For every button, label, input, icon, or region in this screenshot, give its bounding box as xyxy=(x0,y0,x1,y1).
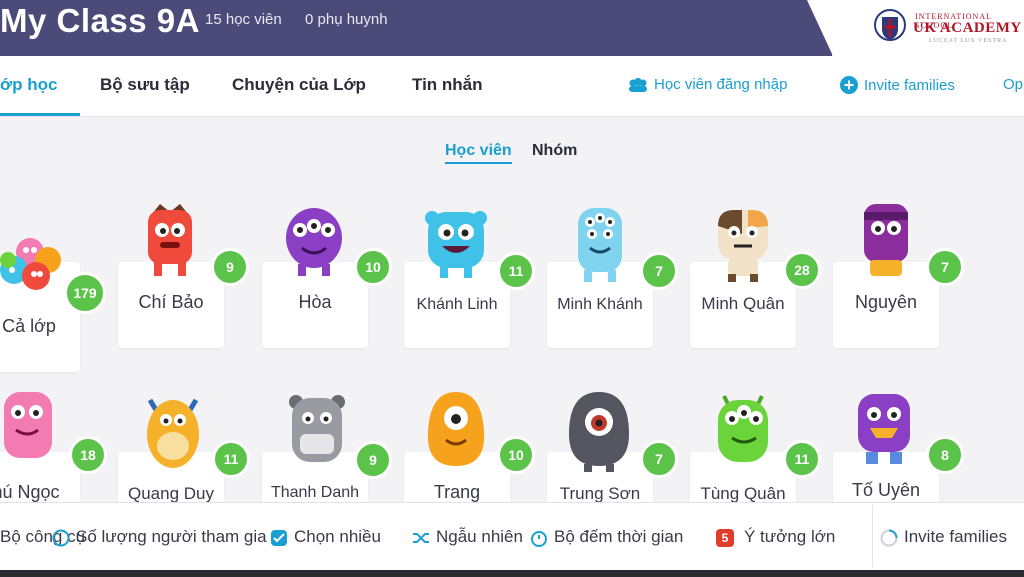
main-nav: ớp học Bộ sưu tập Chuyện của Lớp Tin nhắ… xyxy=(0,56,1024,117)
student-points-badge: 8 xyxy=(926,436,964,474)
big-ideas-badge: 5 xyxy=(716,528,734,547)
participants-label: Số lượng người tham gia xyxy=(76,527,267,546)
top-header: My Class 9A 15 học viên 0 phụ huynh INTE… xyxy=(0,0,1024,56)
monster-avatar-icon xyxy=(569,392,629,472)
student-name: Tố Uyên xyxy=(851,480,921,500)
student-points-badge: 11 xyxy=(497,252,535,290)
monster-avatar-icon xyxy=(4,392,52,458)
school-logo: INTERNATIONAL SCHOOL UK ACADEMY LUCEAT L… xyxy=(807,0,1024,56)
student-login-label: Học viên đăng nhập xyxy=(654,76,788,93)
toggle-groups[interactable]: Nhóm xyxy=(532,142,577,160)
tab-class-story[interactable]: Chuyện của Lớp xyxy=(232,75,366,95)
student-points-badge: 10 xyxy=(497,436,535,474)
student-points-badge: 7 xyxy=(640,252,678,290)
options-label: Op xyxy=(1003,76,1024,93)
checkbox-icon xyxy=(271,529,287,546)
student-name: Minh Quân xyxy=(701,294,785,313)
timer-label: Bộ đếm thời gian xyxy=(554,527,684,546)
monster-avatar-icon xyxy=(425,211,487,278)
logo-big-text: UK ACADEMY xyxy=(913,20,1022,36)
toolbar-divider xyxy=(872,505,873,567)
shuffle-icon xyxy=(413,532,429,543)
student-name: Chí Bảo xyxy=(138,292,204,312)
monster-avatar-icon xyxy=(718,395,768,462)
tab-portfolio[interactable]: Bộ sưu tập xyxy=(100,75,190,95)
students-group-icon xyxy=(629,77,647,92)
student-points-badge: 9 xyxy=(211,248,249,286)
monster-avatar-icon xyxy=(289,395,345,462)
random-label: Ngẫu nhiên xyxy=(436,527,523,546)
big-ideas-label: Ý tưởng lớn xyxy=(744,527,836,546)
invite-families-label: Invite families xyxy=(864,76,955,94)
multi-select-button[interactable]: Chọn nhiều xyxy=(270,527,381,547)
student-name: Minh Khánh xyxy=(557,296,643,313)
student-name: Trang xyxy=(433,482,481,502)
options-link[interactable]: Op xyxy=(1003,76,1023,93)
student-points-badge: 10 xyxy=(354,248,392,286)
tab-classroom[interactable]: ớp học xyxy=(0,75,57,95)
student-points-badge: 28 xyxy=(783,251,821,289)
multi-select-label: Chọn nhiều xyxy=(294,527,381,546)
student-name: Khánh Linh xyxy=(416,296,498,313)
student-points-badge: 11 xyxy=(783,440,821,478)
monster-avatar-icon xyxy=(147,398,199,468)
plus-circle-icon xyxy=(840,76,858,94)
monster-avatar-icon xyxy=(864,204,908,276)
student-name: Hòa xyxy=(298,292,332,312)
monster-avatar-icon xyxy=(427,392,485,466)
random-button[interactable]: Ngẫu nhiên xyxy=(412,527,523,547)
whole-class-name: Cả lớp xyxy=(2,316,56,336)
student-name: Trung Sơn xyxy=(559,484,641,503)
people-icon xyxy=(52,529,70,547)
student-points-badge: 18 xyxy=(69,436,107,474)
student-name: Thanh Danh xyxy=(270,484,360,501)
students-count[interactable]: 15 học viên xyxy=(205,11,282,28)
timer-button[interactable]: Bộ đếm thời gian xyxy=(530,527,683,547)
monster-avatar-icon xyxy=(578,208,622,282)
parents-count[interactable]: 0 phụ huynh xyxy=(305,11,388,28)
student-name: Quang Duy xyxy=(128,484,214,503)
whole-class-points-badge: 179 xyxy=(64,272,106,314)
whole-class-avatars-icon xyxy=(0,238,61,290)
spinner-icon xyxy=(880,529,898,547)
toolbar-invite-families[interactable]: Invite families xyxy=(880,527,1007,547)
timer-icon xyxy=(531,530,547,547)
crest-icon xyxy=(874,9,906,41)
student-points-badge: 7 xyxy=(926,248,964,286)
tab-messages[interactable]: Tin nhắn xyxy=(412,75,483,95)
big-ideas-button[interactable]: 5 Ý tưởng lớn xyxy=(716,527,835,547)
student-name: Tùng Quân xyxy=(700,484,786,503)
toolbar-invite-label: Invite families xyxy=(904,527,1007,546)
student-points-badge: 9 xyxy=(354,441,392,479)
monster-avatar-icon xyxy=(286,208,342,276)
student-name: hú Ngọc xyxy=(0,482,60,502)
student-login-link[interactable]: Học viên đăng nhập xyxy=(628,76,787,93)
logo-motto: LUCEAT LUX VESTRA xyxy=(929,38,1008,44)
bottom-toolbar: Bộ công cụ Số lượng người tham gia Chọn … xyxy=(0,502,1024,571)
student-points-badge: 7 xyxy=(640,440,678,478)
invite-families-link[interactable]: Invite families xyxy=(840,76,955,94)
bottom-strip xyxy=(0,570,1024,577)
student-points-badge: 11 xyxy=(212,440,250,478)
monster-avatar-icon xyxy=(148,204,192,276)
active-tab-indicator xyxy=(0,113,80,116)
monster-avatar-icon xyxy=(858,394,910,464)
toggle-students[interactable]: Học viên xyxy=(445,142,512,164)
class-title[interactable]: My Class 9A xyxy=(0,2,200,40)
student-name: Nguyên xyxy=(854,292,918,312)
participants-button[interactable]: Số lượng người tham gia xyxy=(52,527,267,547)
monster-avatar-icon xyxy=(718,210,768,282)
